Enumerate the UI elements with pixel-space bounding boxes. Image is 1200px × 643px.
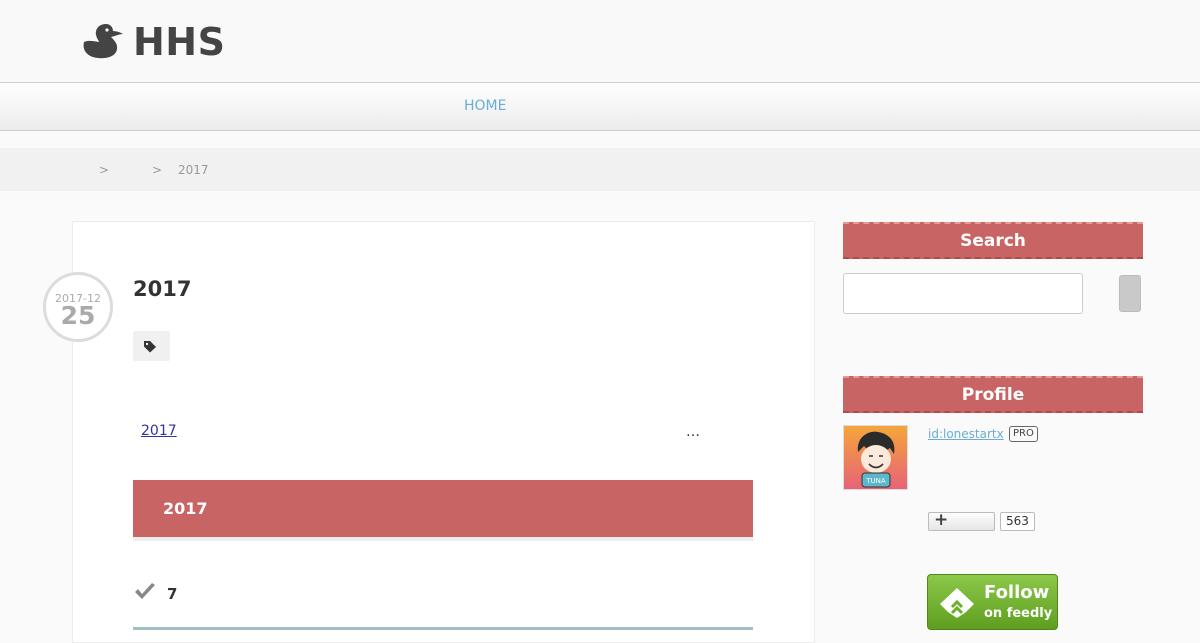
pro-badge: PRO bbox=[1009, 426, 1038, 442]
search-heading-text: Search bbox=[960, 231, 1026, 251]
date-day: 25 bbox=[60, 301, 96, 330]
profile-module-heading: Profile bbox=[843, 376, 1143, 413]
nav-home-link[interactable]: HOME bbox=[464, 98, 506, 114]
feedly-icon bbox=[940, 588, 974, 618]
breadcrumb-separator: > bbox=[152, 163, 163, 177]
site-title[interactable]: HHS bbox=[133, 19, 225, 65]
svg-text:TUNA: TUNA bbox=[865, 477, 886, 485]
site-header: HHS bbox=[0, 0, 1200, 83]
article-title[interactable]: 2017 bbox=[133, 277, 191, 301]
search-module-heading: Search bbox=[843, 222, 1143, 259]
entry-link[interactable]: 2017 bbox=[141, 423, 177, 439]
section-heading: 2017 bbox=[133, 480, 753, 541]
tag-icon bbox=[144, 341, 156, 353]
feedly-on-text: on feedly bbox=[984, 606, 1053, 621]
breadcrumb-separator: > bbox=[99, 163, 110, 177]
more-ellipsis: … bbox=[686, 424, 700, 440]
follow-on-feedly-button[interactable]: Follow on feedly bbox=[927, 574, 1058, 630]
profile-heading-text: Profile bbox=[961, 385, 1025, 405]
profile-id-link[interactable]: id:lonestartx bbox=[928, 427, 1004, 441]
category-tag-button[interactable] bbox=[133, 331, 170, 361]
section-heading-text: 2017 bbox=[163, 499, 208, 518]
subscriber-count: 563 bbox=[1000, 512, 1035, 531]
breadcrumb-current: 2017 bbox=[178, 163, 209, 177]
checkmark-icon bbox=[135, 583, 155, 599]
subscribe-button[interactable]: + bbox=[928, 510, 995, 531]
checklist-text: 7 bbox=[167, 585, 178, 603]
avatar[interactable]: TUNA bbox=[843, 425, 908, 490]
duck-icon[interactable] bbox=[82, 22, 124, 60]
date-badge: 2017-12 25 bbox=[43, 272, 113, 342]
plus-icon: + bbox=[934, 510, 949, 530]
search-input[interactable] bbox=[843, 273, 1083, 314]
breadcrumb: > > 2017 bbox=[0, 148, 1200, 191]
search-button[interactable] bbox=[1119, 275, 1141, 312]
feedly-follow-text: Follow bbox=[984, 582, 1050, 603]
global-nav: HOME bbox=[0, 83, 1200, 131]
